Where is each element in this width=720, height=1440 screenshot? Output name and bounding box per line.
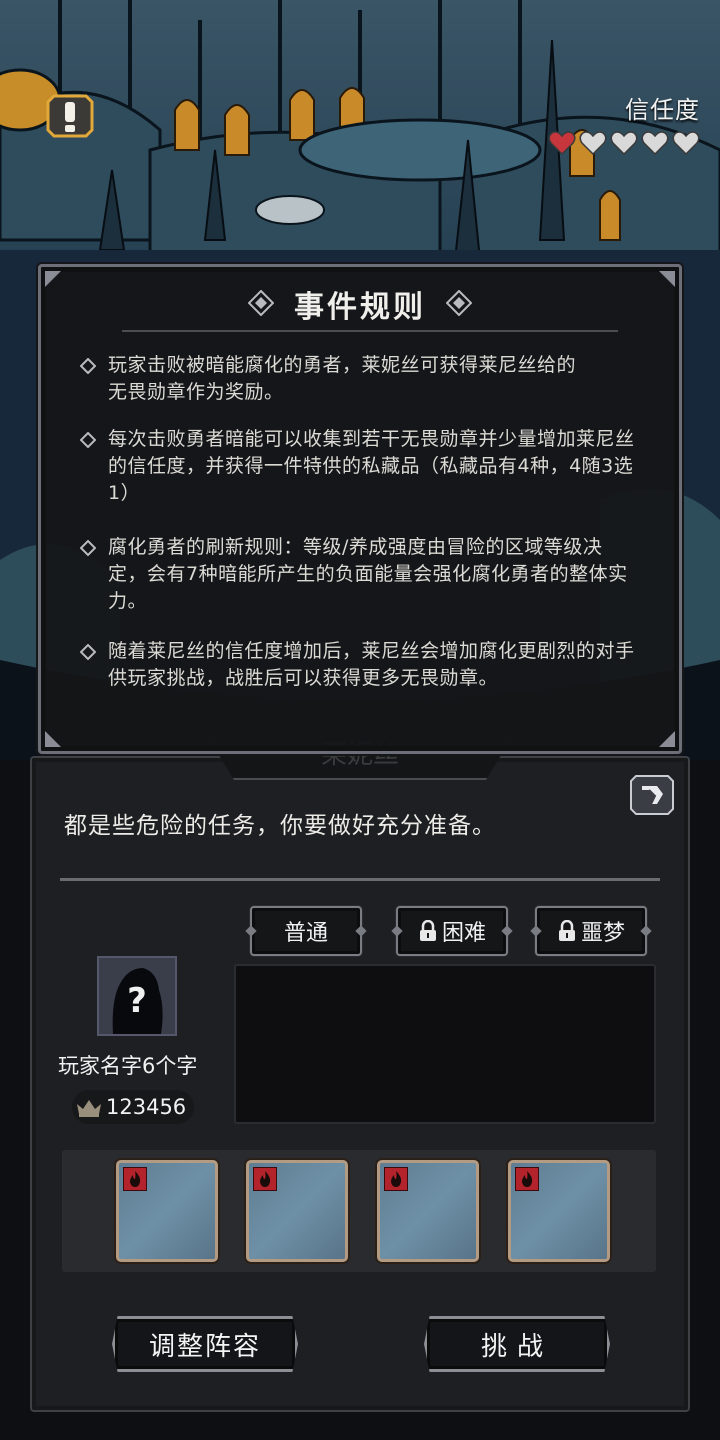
heart-icon	[672, 131, 700, 155]
player-score: 123456	[72, 1090, 194, 1124]
rule-text: 随着莱尼丝的信任度增加后，莱尼丝会增加腐化更剧烈的对手供玩家挑战，战胜后可以获得…	[108, 640, 635, 689]
corner-ornament-icon	[659, 731, 675, 747]
swap-arrow-icon	[630, 775, 674, 815]
exclamation-icon	[46, 94, 94, 138]
heart-icon	[548, 131, 576, 155]
flame-icon	[384, 1167, 408, 1191]
flame-icon	[515, 1167, 539, 1191]
hero-slot[interactable]	[116, 1160, 218, 1262]
difficulty-normal-button[interactable]: 普通	[250, 906, 362, 956]
switch-button[interactable]	[629, 774, 675, 816]
challenge-button[interactable]: 挑战	[424, 1316, 610, 1372]
alert-button[interactable]	[46, 94, 94, 138]
diamond-bullet-icon	[80, 432, 96, 448]
hero-slot[interactable]	[508, 1160, 610, 1262]
reward-preview	[234, 964, 656, 1124]
svg-text:?: ?	[127, 981, 147, 1021]
score-value: 123456	[106, 1095, 187, 1119]
divider	[60, 878, 660, 881]
player-avatar[interactable]: ?	[97, 956, 177, 1036]
flame-icon	[123, 1167, 147, 1191]
trust-meter: 信任度	[540, 90, 700, 155]
rule-text: 每次击败勇者暗能可以收集到若干无畏勋章并少量增加莱尼丝的信任度，并获得一件特供的…	[108, 428, 635, 504]
rule-item: 腐化勇者的刷新规则：等级/养成强度由冒险的区域等级决定，会有7种暗能所产生的负面…	[80, 534, 640, 615]
rule-item: 随着莱尼丝的信任度增加后，莱尼丝会增加腐化更剧烈的对手供玩家挑战，战胜后可以获得…	[80, 638, 640, 692]
lock-icon	[558, 920, 575, 941]
difficulty-nightmare-label: 噩梦	[580, 921, 625, 946]
difficulty-hard-button[interactable]: 困难	[396, 906, 508, 956]
rule-item: 玩家击败被暗能腐化的勇者，莱妮丝可获得莱尼丝给的无畏勋章作为奖励。	[80, 352, 640, 406]
heart-icon	[579, 131, 607, 155]
rule-text: 玩家击败被暗能腐化的勇者，莱妮丝可获得莱尼丝给的无畏勋章作为奖励。	[108, 354, 577, 403]
npc-dialog: 都是些危险的任务，你要做好充分准备。	[64, 813, 496, 839]
crown-icon	[77, 1100, 101, 1117]
diamond-bullet-icon	[80, 644, 96, 660]
hero-slot[interactable]	[246, 1160, 348, 1262]
difficulty-hard-label: 困难	[441, 921, 486, 946]
trust-label: 信任度	[625, 96, 700, 124]
adjust-lineup-label: 调整阵容	[148, 1331, 261, 1362]
title-divider	[122, 330, 618, 332]
lock-icon	[419, 920, 436, 941]
flame-icon	[253, 1167, 277, 1191]
rule-text: 腐化勇者的刷新规则：等级/养成强度由冒险的区域等级决定，会有7种暗能所产生的负面…	[108, 536, 628, 612]
heart-icon	[610, 131, 638, 155]
corner-ornament-icon	[45, 731, 61, 747]
heart-icon	[641, 131, 669, 155]
hero-slot[interactable]	[377, 1160, 479, 1262]
question-mark-icon: ?	[112, 968, 163, 1034]
difficulty-nightmare-button[interactable]: 噩梦	[535, 906, 647, 956]
diamond-bullet-icon	[80, 540, 96, 556]
difficulty-normal-label: 普通	[283, 921, 328, 946]
rule-item: 每次击败勇者暗能可以收集到若干无畏勋章并少量增加莱尼丝的信任度，并获得一件特供的…	[80, 426, 640, 507]
player-name: 玩家名字6个字	[58, 1054, 198, 1078]
challenge-label: 挑战	[480, 1331, 553, 1362]
adjust-lineup-button[interactable]: 调整阵容	[112, 1316, 298, 1372]
rules-title-row: 事件规则	[0, 282, 720, 326]
rules-title: 事件规则	[294, 290, 426, 325]
trust-hearts	[540, 131, 700, 155]
diamond-bullet-icon	[80, 358, 96, 374]
